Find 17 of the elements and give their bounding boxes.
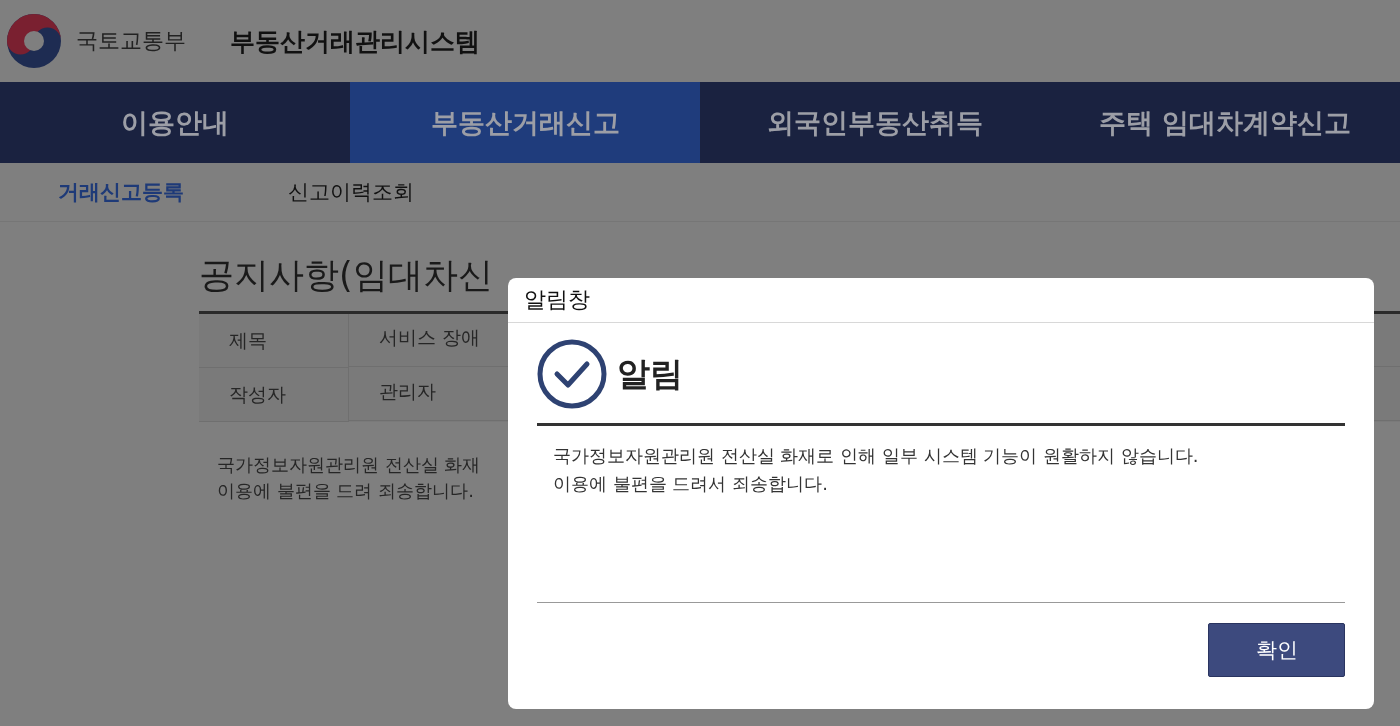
nav-tab[interactable]: 이용안내 xyxy=(0,82,350,163)
notice-text: 이용에 불편을 드려 죄송합니다. xyxy=(217,479,474,503)
table-header-cell: 제목 xyxy=(199,314,349,368)
nav-tab[interactable]: 외국인부동산취득 xyxy=(700,82,1050,163)
confirm-button[interactable]: 확인 xyxy=(1208,623,1345,677)
notice-text: 국가정보자원관리원 전산실 화재 xyxy=(217,453,481,477)
dialog-title: 알림창 xyxy=(508,278,1374,323)
dialog-message: 이용에 불편을 드려서 죄송합니다. xyxy=(553,472,828,496)
system-title: 부동산거래관리시스템 xyxy=(230,25,480,58)
dialog-message: 국가정보자원관리원 전산실 화재로 인해 일부 시스템 기능이 원활하지 않습니다. xyxy=(553,444,1199,468)
emblem-logo xyxy=(6,13,62,69)
sub-tab[interactable]: 신고이력조회 xyxy=(288,178,414,206)
table-header-cell: 작성자 xyxy=(199,368,349,422)
nav-tab[interactable]: 주택 임대차계약신고 xyxy=(1050,82,1400,163)
ministry-name: 국토교통부 xyxy=(76,27,186,55)
nav-tab[interactable]: 부동산거래신고 xyxy=(350,82,700,163)
check-circle-icon xyxy=(537,339,607,409)
